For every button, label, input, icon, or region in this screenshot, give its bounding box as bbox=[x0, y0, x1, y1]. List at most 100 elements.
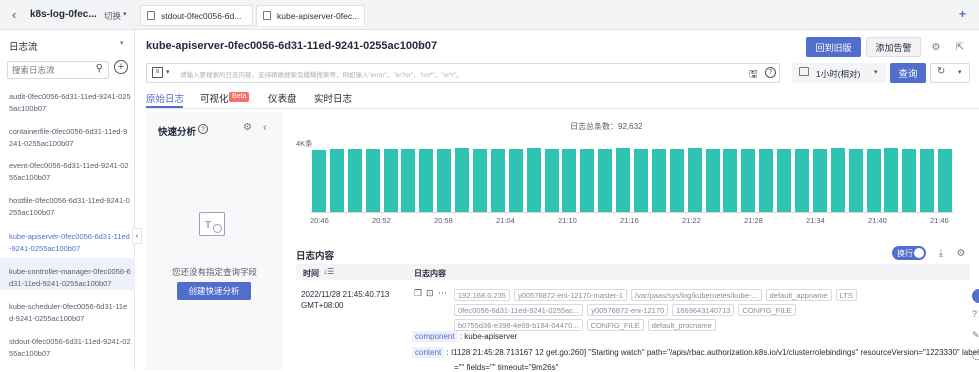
back-to-old-version-button[interactable]: 回到旧版 bbox=[806, 37, 861, 57]
chart-bar[interactable] bbox=[651, 149, 666, 212]
chart-bar[interactable] bbox=[633, 148, 648, 212]
sidebar-item[interactable]: containerfile-0fec0056-6d31-11ed-9241-02… bbox=[9, 126, 131, 150]
log-tag[interactable]: y00576872-eni-12170-master-1 bbox=[513, 289, 628, 301]
collapse-sidebar-icon[interactable]: ‹ bbox=[132, 228, 142, 244]
chart-bar[interactable] bbox=[311, 150, 326, 212]
gear-icon[interactable]: ⚙ bbox=[243, 122, 252, 133]
query-mode-icon[interactable]: ≡ bbox=[152, 67, 163, 78]
help-icon[interactable]: ? bbox=[765, 67, 776, 78]
chart-bar[interactable] bbox=[794, 149, 809, 212]
float-feedback-icon[interactable]: ✎ bbox=[972, 330, 979, 341]
switch-link[interactable]: 切换 bbox=[104, 10, 121, 22]
query-button[interactable]: 查询 bbox=[890, 63, 926, 83]
chart-bar[interactable] bbox=[455, 147, 470, 212]
chart-bar[interactable] bbox=[383, 149, 398, 212]
chart-bar[interactable] bbox=[472, 148, 487, 212]
log-tag[interactable]: CONFIG_FILE bbox=[738, 304, 796, 316]
chart-bar[interactable] bbox=[902, 148, 917, 212]
help-icon[interactable]: ? bbox=[198, 124, 208, 134]
tab-kube-apiserver[interactable]: kube-apiserver-0fec... bbox=[256, 5, 365, 26]
log-tag[interactable]: default_procname bbox=[647, 319, 716, 331]
time-range-select[interactable]: 1小时(相对) ▾ bbox=[792, 63, 886, 83]
tab-raw-logs[interactable]: 原始日志 bbox=[146, 91, 184, 105]
sidebar-item[interactable]: audit-0fec0056-6d31-11ed-9241-0255ac100b… bbox=[9, 91, 131, 115]
add-tab-icon[interactable]: + bbox=[959, 7, 966, 21]
chart-bar[interactable] bbox=[490, 149, 505, 212]
share-icon[interactable]: ⇱ bbox=[951, 38, 969, 56]
star-icon[interactable]: ☆ bbox=[416, 38, 426, 51]
chart-bar[interactable] bbox=[705, 148, 720, 212]
chart-bar[interactable] bbox=[401, 148, 416, 212]
chart-bar[interactable] bbox=[920, 148, 935, 212]
log-tag[interactable]: b0755d36-e398-4e69-b184-04470... bbox=[454, 319, 583, 331]
chart-bar[interactable] bbox=[437, 149, 452, 212]
log-tag[interactable]: y00576872-eni-12170 bbox=[587, 304, 669, 316]
float-chat-icon[interactable]: ◯ bbox=[972, 350, 979, 361]
chart-bar[interactable] bbox=[329, 148, 344, 212]
sort-icon[interactable]: ↓☰ bbox=[323, 267, 334, 276]
search-input[interactable] bbox=[8, 62, 82, 78]
chart-bar[interactable] bbox=[544, 148, 559, 212]
log-tag[interactable]: 1669643140713 bbox=[672, 304, 735, 316]
chart-bar[interactable] bbox=[777, 148, 792, 212]
chevron-down-icon[interactable]: ▾ bbox=[123, 10, 127, 18]
gear-icon[interactable]: ⚙ bbox=[927, 38, 945, 56]
log-tag[interactable]: 0fec0056-6d31-11ed-9241-0255ac... bbox=[454, 304, 584, 316]
float-service-icon[interactable] bbox=[972, 289, 979, 303]
save-icon[interactable]: 🖫 bbox=[749, 67, 758, 84]
chart-bar[interactable] bbox=[598, 148, 613, 212]
chart-bar[interactable] bbox=[616, 147, 631, 212]
tab-dashboard[interactable]: 仪表盘 bbox=[268, 91, 297, 105]
chart-bar[interactable] bbox=[580, 149, 595, 212]
sidebar-item[interactable]: stdout-0fec0056-6d31-11ed-9241-0255ac100… bbox=[9, 336, 131, 360]
chart-bar[interactable] bbox=[365, 148, 380, 212]
collapse-panel-icon[interactable]: ‹ bbox=[263, 122, 267, 134]
chart-bar[interactable] bbox=[508, 148, 523, 212]
search-box[interactable]: ⚲ bbox=[7, 61, 109, 79]
log-tag[interactable]: default_appname bbox=[765, 289, 832, 301]
chart-bar[interactable] bbox=[812, 148, 827, 212]
col-time[interactable]: 时间 bbox=[303, 268, 319, 279]
log-tag[interactable]: 192.168.0.235 bbox=[454, 289, 510, 301]
chart-bar[interactable] bbox=[687, 147, 702, 212]
chart-bar[interactable] bbox=[347, 148, 362, 212]
content-key[interactable]: content bbox=[412, 347, 445, 358]
settings-icon[interactable]: ⚙ bbox=[952, 244, 970, 262]
copy-icon[interactable]: ❐ bbox=[414, 288, 422, 299]
chart-bar[interactable] bbox=[830, 147, 845, 212]
sidebar-item[interactable]: hostfile-0fec0056-6d31-11ed-9241-0255ac1… bbox=[9, 195, 131, 219]
sidebar-item[interactable]: event-0fec0056-6d31-11ed-9241-0255ac100b… bbox=[9, 160, 131, 184]
chart-bar[interactable] bbox=[419, 148, 434, 212]
chart-bar[interactable] bbox=[669, 148, 684, 212]
sidebar-item[interactable]: kube-controller-manager-0fec0056-6d31-11… bbox=[9, 266, 131, 290]
tab-stdout[interactable]: stdout-0fec0056-6d... bbox=[140, 5, 253, 26]
back-icon[interactable]: ‹ bbox=[12, 7, 16, 22]
context-icon[interactable]: ⊡ bbox=[426, 288, 434, 299]
float-help-icon[interactable]: ? bbox=[972, 309, 977, 319]
refresh-icon[interactable]: ↻ bbox=[937, 66, 945, 77]
create-quick-analysis-button[interactable]: 创建快速分析 bbox=[177, 282, 251, 300]
chart-bar[interactable] bbox=[723, 148, 738, 212]
search-icon[interactable]: ⚲ bbox=[96, 63, 103, 74]
log-tag[interactable]: /var/paas/sys/log/kubernetes/kube-... bbox=[631, 289, 762, 301]
chart-bar[interactable] bbox=[741, 148, 756, 212]
project-name[interactable]: k8s-log-0fec... bbox=[30, 9, 97, 20]
chart-bar[interactable] bbox=[848, 149, 863, 212]
chart-bar[interactable] bbox=[526, 147, 541, 212]
wrap-toggle[interactable]: 换行 bbox=[892, 246, 926, 260]
download-icon[interactable]: ⤓ bbox=[932, 244, 950, 262]
sidebar-item[interactable]: kube-apiserver-0fec0056-6d31-11ed-9241-0… bbox=[9, 231, 131, 255]
tab-visualization[interactable]: 可视化 bbox=[200, 91, 229, 105]
refresh-button[interactable]: ↻ ▾ bbox=[930, 63, 970, 83]
chevron-down-icon[interactable]: ▾ bbox=[166, 68, 170, 76]
chart-bar[interactable] bbox=[884, 147, 899, 212]
chart-bar[interactable] bbox=[866, 148, 881, 212]
chevron-down-icon[interactable]: ▾ bbox=[958, 68, 962, 76]
more-icon[interactable]: ⋯ bbox=[438, 288, 447, 299]
chart-bar[interactable] bbox=[938, 148, 953, 212]
log-tag[interactable]: CONFIG_FILE bbox=[586, 319, 644, 331]
sidebar-item[interactable]: kube-scheduler-0fec0056-6d31-11ed-9241-0… bbox=[9, 301, 131, 325]
tab-realtime-logs[interactable]: 实时日志 bbox=[314, 91, 352, 105]
add-alarm-button[interactable]: 添加告警 bbox=[866, 37, 921, 57]
chart-bar[interactable] bbox=[759, 149, 774, 212]
